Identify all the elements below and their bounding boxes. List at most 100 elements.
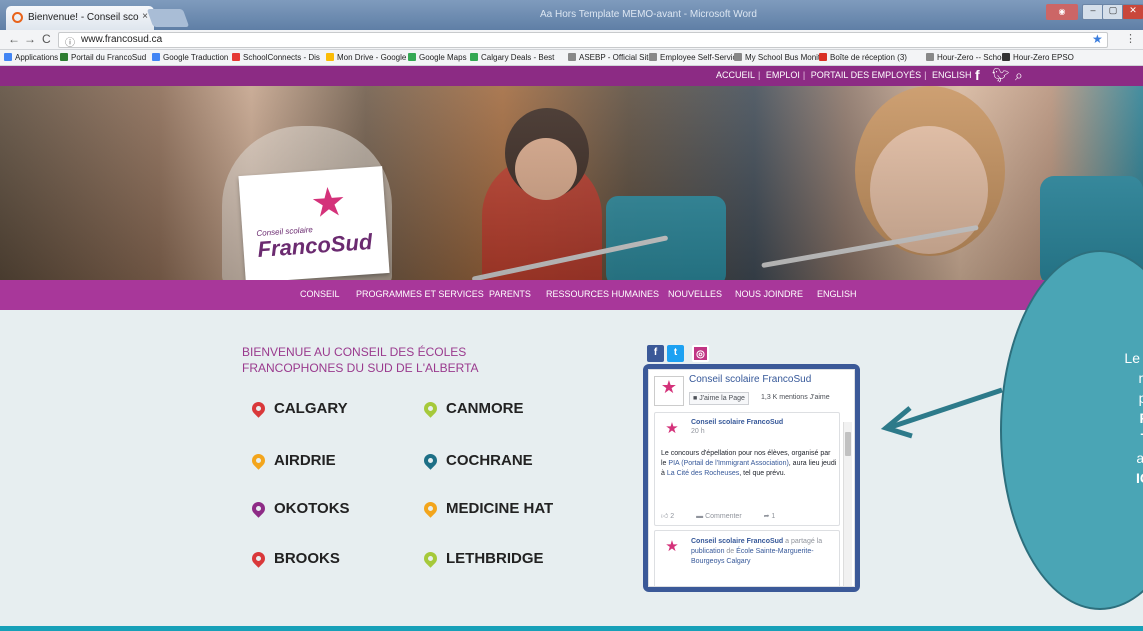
bookmark-label: Boîte de réception (3) [830, 53, 907, 62]
bookmark-item[interactable]: Google Maps [408, 53, 467, 62]
welcome-heading: BIENVENUE AU CONSEIL DES ÉCOLES FRANCOPH… [242, 344, 542, 376]
bookmark-item[interactable]: Calgary Deals - Best [470, 53, 554, 62]
bookmark-icon [326, 53, 334, 61]
url-text: www.francosud.ca [81, 34, 163, 45]
likes-count: 1,3 K mentions J'aime [761, 394, 830, 401]
bookmark-item[interactable]: SchoolConnects - Dis [232, 53, 320, 62]
post-author-logo-icon: ★ [665, 538, 679, 555]
post-link-publication[interactable]: publication [691, 548, 724, 555]
url-input[interactable]: ⓘ www.francosud.ca [58, 32, 1108, 49]
nav-ressources-humaines[interactable]: RESSOURCES HUMAINES [546, 289, 659, 299]
widget-page-name[interactable]: Conseil scolaire FrancoSud [689, 374, 811, 385]
facebook-tab-icon[interactable]: f [647, 345, 664, 362]
tab-title: Bienvenue! - Conseil sco [28, 12, 139, 23]
site-top-nav: ACCUEIL | EMPLOI | PORTAIL DES EMPLOYÉS | E… [0, 66, 1143, 86]
bookmark-label: Portail du FrancoSud [71, 53, 147, 62]
info-icon[interactable]: ⓘ [65, 34, 75, 49]
back-icon[interactable]: ← [8, 32, 20, 46]
new-tab-button[interactable] [146, 9, 190, 27]
post-link-cite[interactable]: La Cité des Rocheuses [667, 470, 739, 477]
post-likes[interactable]: 👍︎ 2 [661, 513, 684, 520]
bookmark-icon [232, 53, 240, 61]
bookmark-item[interactable]: My School Bus Monit [734, 53, 820, 62]
bookmark-icon [470, 53, 478, 61]
nav-nous-joindre[interactable]: NOUS JOINDRE [735, 289, 803, 299]
minimize-button[interactable]: – [1082, 4, 1104, 20]
bookmark-item[interactable]: Mon Drive - Google I [326, 53, 411, 62]
bookmark-item[interactable]: Applications [4, 53, 58, 62]
location-link-calgary[interactable]: CALGARY [274, 400, 348, 417]
close-window-button[interactable]: ✕ [1122, 4, 1143, 20]
bookmark-star-icon[interactable]: ★ [1092, 32, 1103, 46]
bookmark-item[interactable]: Hour-Zero EPSO [1002, 53, 1074, 62]
nav-nouvelles[interactable]: NOUVELLES [668, 289, 722, 299]
welcome-line-1: BIENVENUE AU CONSEIL DES ÉCOLES [242, 345, 467, 359]
bookmark-label: SchoolConnects - Dis [243, 53, 320, 62]
forward-icon[interactable]: → [24, 32, 36, 46]
widget-scrollbar[interactable] [843, 422, 852, 586]
location-link-airdrie[interactable]: AIRDRIE [274, 452, 336, 469]
browser-tab[interactable]: Bienvenue! - Conseil sco × [6, 6, 154, 30]
topnav-link-portail[interactable]: PORTAIL DES EMPLOYÉS [811, 70, 921, 80]
topnav-link-emploi[interactable]: EMPLOI [766, 70, 800, 80]
facebook-widget: ★ Conseil scolaire FrancoSud ■ J'aime la… [643, 364, 860, 592]
page-logo-icon: ★ [654, 376, 684, 406]
post-comment-button[interactable]: ▬ Commenter [696, 513, 752, 520]
francosud-logo[interactable]: ★ Conseil scolaire FrancoSud [238, 166, 390, 283]
bookmark-icon [1002, 53, 1010, 61]
bookmark-label: Hour-Zero EPSO [1013, 53, 1074, 62]
bookmark-icon [408, 53, 416, 61]
twitter-tab-icon[interactable]: t [667, 345, 684, 362]
profile-button[interactable]: ◉ [1046, 4, 1078, 20]
like-page-label: J'aime la Page [699, 395, 745, 402]
hero-image [0, 86, 1143, 280]
topnav-link-accueil[interactable]: ACCUEIL [716, 70, 755, 80]
nav-conseil[interactable]: CONSEIL [300, 289, 340, 299]
location-link-canmore[interactable]: CANMORE [446, 400, 524, 417]
nav-parents[interactable]: PARENTS [489, 289, 531, 299]
bookmark-label: Applications [15, 53, 59, 62]
location-link-medicine-hat[interactable]: MEDICINE HAT [446, 500, 553, 517]
post-author[interactable]: Conseil scolaire FrancoSud [691, 538, 783, 545]
post-shares[interactable]: ➦ 1 [764, 513, 786, 520]
bookmark-item[interactable]: ASEBP - Official Site [568, 53, 653, 62]
bookmark-label: Calgary Deals - Best [481, 53, 555, 62]
location-link-brooks[interactable]: BROOKS [274, 550, 340, 567]
nav-english[interactable]: ENGLISH [817, 289, 857, 299]
bookmark-label: Mon Drive - Google I [337, 53, 411, 62]
location-link-okotoks[interactable]: OKOTOKS [274, 500, 350, 517]
reload-icon[interactable]: C [42, 32, 51, 46]
like-page-button[interactable]: ■ J'aime la Page [689, 392, 749, 405]
bookmark-icon [152, 53, 160, 61]
post-author[interactable]: Conseil scolaire FrancoSud [691, 419, 783, 426]
browser-title-bar: Bienvenue! - Conseil sco × Aa Hors Templ… [0, 0, 1143, 30]
post-time[interactable]: 20 h [691, 428, 705, 435]
bookmark-icon [926, 53, 934, 61]
twitter-icon[interactable]: 🐦︎ [992, 67, 1010, 84]
facebook-icon[interactable]: f [975, 67, 980, 83]
callout-line: Twitte [1040, 428, 1143, 448]
location-link-lethbridge[interactable]: LETHBRIDGE [446, 550, 544, 567]
bookmark-item[interactable]: Employee Self-Service [649, 53, 741, 62]
callout-line: IC [1136, 470, 1143, 486]
bookmark-item[interactable]: Boîte de réception (3) [819, 53, 907, 62]
bookmark-item[interactable]: Google Traduction [152, 53, 228, 62]
callout-line: Faceb [1040, 408, 1143, 428]
menu-icon[interactable]: ⋮ [1125, 32, 1136, 45]
topnav-link-english[interactable]: ENGLISH [932, 70, 972, 80]
instagram-tab-icon[interactable]: ◎ [692, 345, 709, 362]
nav-programmes[interactable]: PROGRAMMES ET SERVICES [356, 289, 484, 299]
bookmark-icon [734, 53, 742, 61]
maximize-button[interactable]: ▢ [1102, 4, 1124, 20]
star-logo-icon: ★ [309, 179, 348, 227]
feed-post: ★ Conseil scolaire FrancoSud a partagé l… [654, 530, 840, 586]
bookmark-item[interactable]: Hour-Zero -- School [926, 53, 1008, 62]
bookmark-label: ASEBP - Official Site [579, 53, 653, 62]
search-icon[interactable]: ⌕ [1015, 67, 1023, 84]
bookmark-item[interactable]: Portail du FrancoSud [60, 53, 146, 62]
chrome-favicon-icon [12, 12, 23, 23]
post-link-pia[interactable]: PIA (Portail de l'Immigrant Association) [668, 460, 788, 467]
location-link-cochrane[interactable]: COCHRANE [446, 452, 533, 469]
post-header: Conseil scolaire FrancoSud a partagé la … [691, 538, 823, 565]
welcome-line-2: FRANCOPHONES DU SUD DE L'ALBERTA [242, 361, 479, 375]
